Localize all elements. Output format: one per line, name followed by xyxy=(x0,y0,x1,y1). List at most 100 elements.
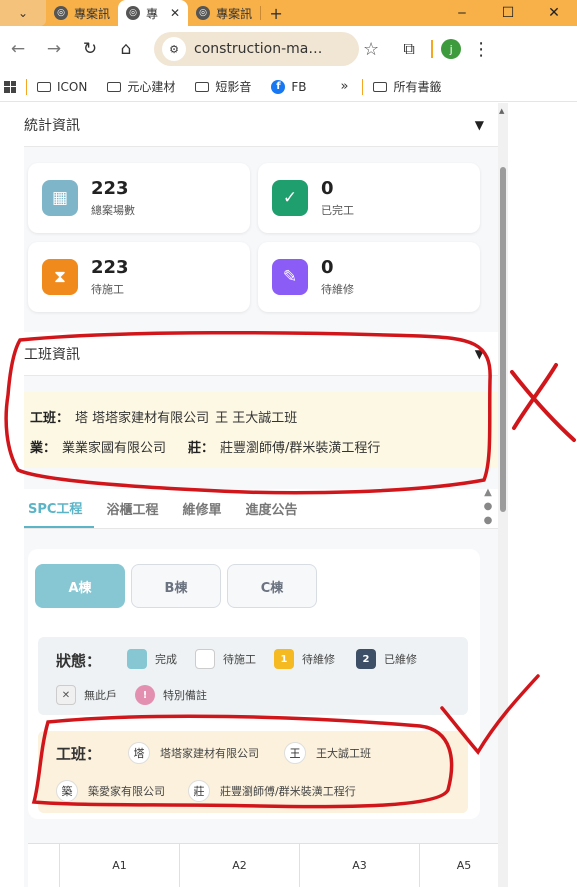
stats-section-title: 統計資訊 xyxy=(24,117,80,134)
toolbar-separator xyxy=(431,40,434,58)
all-bookmarks-folder[interactable]: 所有書籤 xyxy=(363,78,451,95)
stat-value: 0 xyxy=(321,177,334,199)
building-c-button[interactable]: C棟 xyxy=(227,564,317,608)
legend-special-note: ! 特別備註 xyxy=(135,685,207,705)
bookmark-label: 短影音 xyxy=(215,80,252,94)
bookmark-label: ICON xyxy=(57,79,88,94)
crew-label: 工班： xyxy=(30,411,70,426)
bookmarks-overflow-chevron[interactable]: » xyxy=(341,79,349,94)
crew-item: 王 王大誠工班 xyxy=(215,411,298,426)
bookmark-short-video-folder[interactable]: 短影音 xyxy=(185,78,261,95)
bookmark-star-icon[interactable]: ☆ xyxy=(363,39,379,60)
minimize-button[interactable]: ‒ xyxy=(439,0,485,26)
legend-label: 完成 xyxy=(155,653,177,666)
globe-icon: ◎ xyxy=(54,6,68,20)
maximize-button[interactable]: ☐ xyxy=(485,0,531,26)
swatch-repaired: 2 xyxy=(356,649,376,669)
swatch-completed xyxy=(127,649,147,669)
legend-pending: 待施工 xyxy=(195,649,256,669)
page-scrollbar[interactable]: ▲ xyxy=(498,103,508,887)
dot-icon[interactable]: ● xyxy=(484,515,493,526)
tab-title: 專 xyxy=(146,6,159,21)
crew-legend-title: 工班： xyxy=(56,745,102,763)
collapse-caret-icon[interactable]: ▼ xyxy=(475,347,484,361)
crew-chip: 築 xyxy=(56,780,78,802)
extensions-puzzle-icon[interactable]: ⧉ xyxy=(395,39,423,59)
grid-corner-cell xyxy=(28,844,60,887)
crew-line-1: 工班： 塔 塔塔家建材有限公司 王 王大誠工班 xyxy=(30,407,297,426)
scroll-up-arrow-icon[interactable]: ▲ xyxy=(499,107,504,115)
crew-legend: 工班： 塔 塔塔家建材有限公司 王 王大誠工班 築 築愛家有限公司 莊 莊豐瀏師… xyxy=(38,731,468,813)
stat-card-total: ▦ 223 總案場數 xyxy=(28,163,250,233)
section-dots-nav[interactable]: ▲ ● ● xyxy=(483,487,493,526)
building-a-button[interactable]: A棟 xyxy=(35,564,125,608)
spc-panel: A棟 B棟 C棟 狀態： 完成 待施工 1 待維修 2 已維修 ✕ 無此戶 ! … xyxy=(28,549,480,819)
facebook-icon: f xyxy=(271,79,286,94)
bookmark-label: FB xyxy=(291,79,307,94)
globe-icon: ◎ xyxy=(196,6,211,20)
bookmark-label: 元心建材 xyxy=(127,80,176,94)
legend-completed: 完成 xyxy=(127,649,177,669)
crew-section-header[interactable]: 工班資訊 ▼ xyxy=(24,332,498,376)
new-tab-button[interactable]: + xyxy=(261,0,291,26)
unit-grid-header: A1 A2 A3 A5 xyxy=(28,843,508,887)
stat-value: 223 xyxy=(91,177,129,199)
check-icon: ✓ xyxy=(272,180,308,216)
forward-arrow-icon[interactable]: → xyxy=(36,31,72,67)
bookmarks-bar: ICON 元心建材 短影音 f FB » 所有書籤 xyxy=(0,72,577,102)
tab-vanity[interactable]: 浴櫃工程 xyxy=(94,489,170,528)
reload-icon[interactable]: ↻ xyxy=(72,31,108,67)
close-window-button[interactable]: ✕ xyxy=(531,0,577,26)
home-icon[interactable]: ⌂ xyxy=(108,31,144,67)
bookmark-icon-folder[interactable]: ICON xyxy=(27,80,97,94)
main-tabs: SPC工程 浴櫃工程 維修單 進度公告 xyxy=(24,489,498,529)
crew-item: 莊豐瀏師傅/群米裝潢工程行 xyxy=(220,441,381,456)
address-bar[interactable]: ⚙ construction-ma… xyxy=(154,32,359,66)
folder-icon xyxy=(107,81,122,92)
crew-legend-item: 莊 莊豐瀏師傅/群米裝潢工程行 xyxy=(188,780,356,802)
browser-tab-1[interactable]: ◎ 專案訊 xyxy=(46,0,118,26)
bookmark-label: 所有書籤 xyxy=(393,80,442,94)
grid-column-header: A5 xyxy=(456,859,472,872)
collapse-caret-icon[interactable]: ▼ xyxy=(475,118,484,132)
scrollbar-thumb[interactable] xyxy=(500,167,506,512)
apps-grid-icon[interactable] xyxy=(4,80,16,93)
browser-tab-active[interactable]: ◎ 專 ✕ xyxy=(118,0,189,26)
legend-label: 特別備註 xyxy=(163,689,207,702)
tab-repair-orders[interactable]: 維修單 xyxy=(170,489,233,528)
crew-legend-item: 王 王大誠工班 xyxy=(284,742,371,764)
building-b-button[interactable]: B棟 xyxy=(131,564,221,608)
dot-up-icon[interactable]: ▲ xyxy=(484,487,492,498)
crew-legend-item: 築 築愛家有限公司 xyxy=(56,780,165,802)
legend-to-repair: 1 待維修 xyxy=(274,649,335,669)
bookmark-fb[interactable]: f FB xyxy=(261,79,316,94)
folder-icon xyxy=(37,81,51,92)
page-content: 統計資訊 ▼ ▦ 223 總案場數 ✓ 0 已完工 ⧗ 223 待施工 ✎ 0 … xyxy=(24,103,508,887)
crew-label: 莊： xyxy=(188,441,215,456)
crew-legend-label: 王大誠工班 xyxy=(316,747,371,760)
tab-progress-notice[interactable]: 進度公告 xyxy=(233,489,309,528)
close-tab-icon[interactable]: ✕ xyxy=(170,6,180,20)
hourglass-icon: ⧗ xyxy=(42,259,78,295)
browser-tab-3[interactable]: ◎ 專案訊 xyxy=(188,0,260,26)
site-settings-icon[interactable]: ⚙ xyxy=(162,37,186,61)
tab-search-chevron-down-icon[interactable]: ⌄ xyxy=(0,0,46,26)
web-page: 統計資訊 ▼ ▦ 223 總案場數 ✓ 0 已完工 ⧗ 223 待施工 ✎ 0 … xyxy=(0,103,577,887)
status-legend-title: 狀態： xyxy=(56,652,102,670)
bookmark-yuanxin-folder[interactable]: 元心建材 xyxy=(97,78,185,95)
tab-spc[interactable]: SPC工程 xyxy=(24,489,95,528)
stat-card-completed: ✓ 0 已完工 xyxy=(258,163,480,233)
profile-avatar[interactable]: j xyxy=(441,39,462,59)
stat-value: 0 xyxy=(321,256,334,278)
swatch-to-repair: 1 xyxy=(274,649,294,669)
kebab-menu-icon[interactable]: ⋮ xyxy=(469,39,493,60)
back-arrow-icon[interactable]: ← xyxy=(0,31,36,67)
crew-info-box: 工班： 塔 塔塔家建材有限公司 王 王大誠工班 業： 業業家國有限公司 莊： 莊… xyxy=(24,392,498,468)
stat-card-pending: ⧗ 223 待施工 xyxy=(28,242,250,312)
legend-label: 無此戶 xyxy=(84,689,117,702)
stats-section-header[interactable]: 統計資訊 ▼ xyxy=(24,103,498,147)
crew-chip: 塔 xyxy=(128,742,150,764)
dot-icon[interactable]: ● xyxy=(484,501,493,512)
tab-title: 專案訊 xyxy=(216,6,253,21)
crew-item: 業業家國有限公司 xyxy=(62,441,167,456)
